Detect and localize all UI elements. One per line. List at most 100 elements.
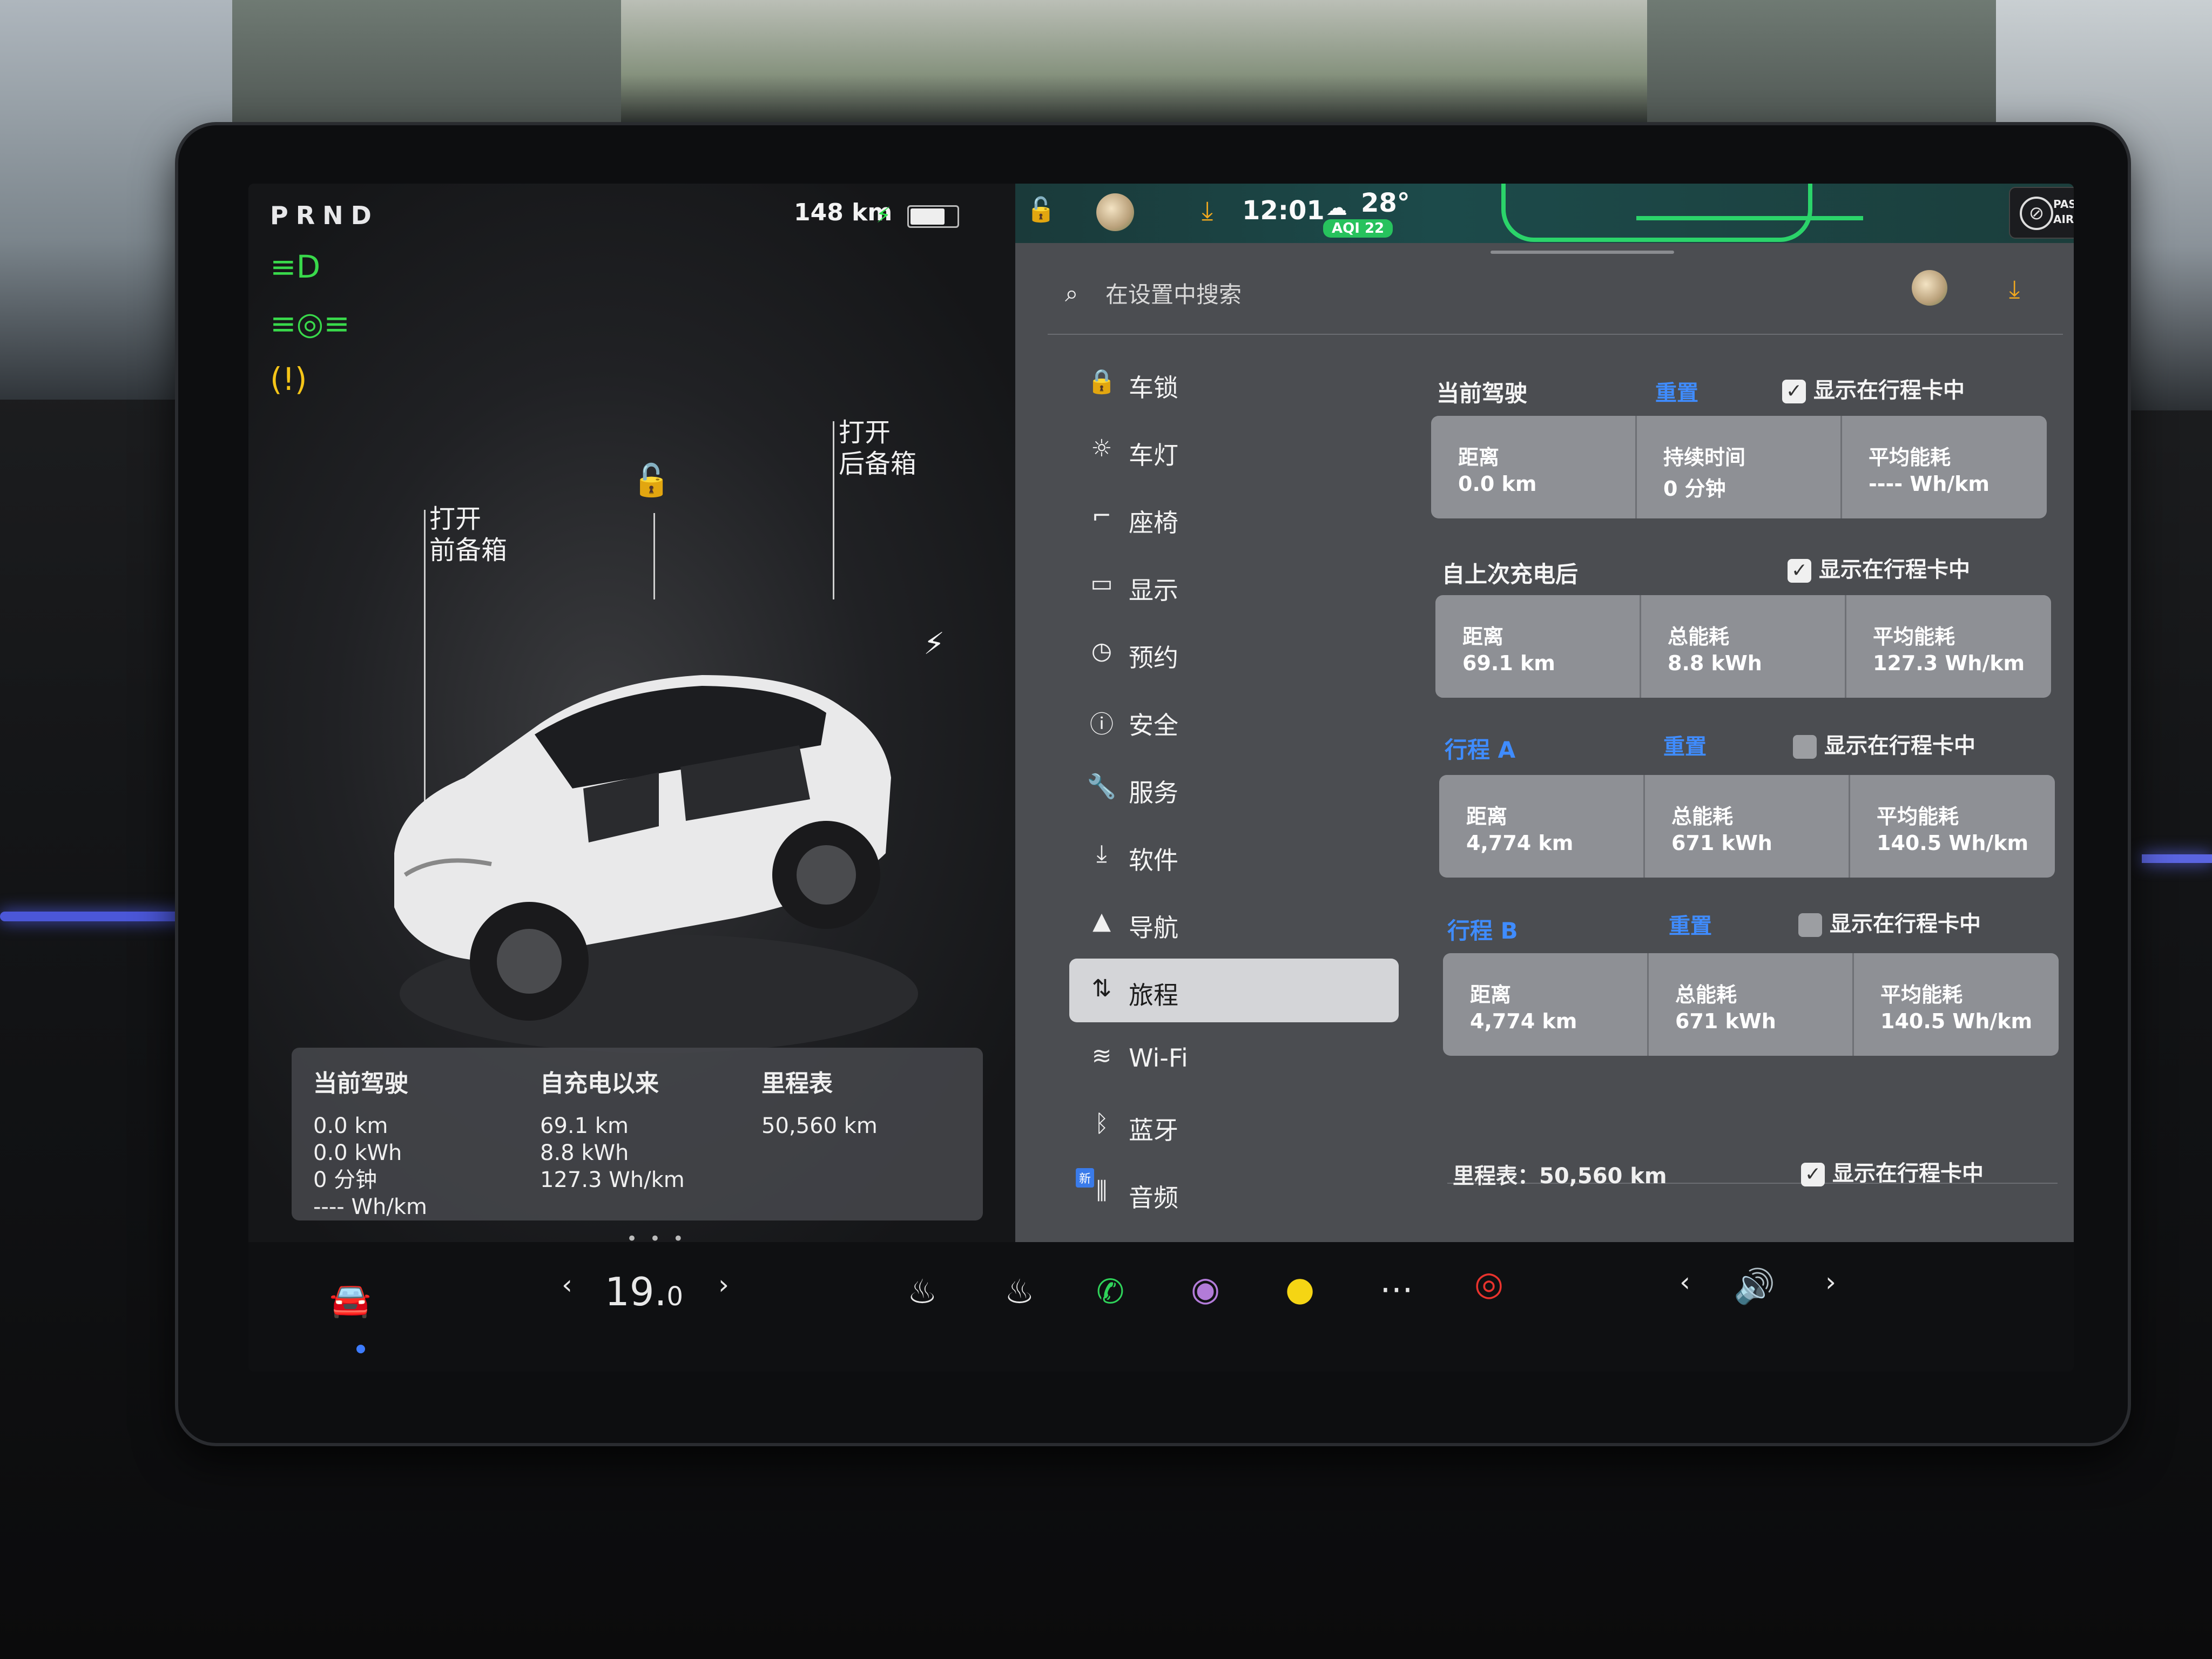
- card-cell: 持续时间 0 分钟: [1636, 416, 1842, 518]
- cell-value: 127.3 Wh/km: [1873, 651, 2025, 675]
- panel-drag-handle[interactable]: [1491, 251, 1674, 254]
- display-icon: ▭: [1090, 570, 1113, 597]
- since-charge-show-checkbox[interactable]: ✓ 显示在行程卡中: [1788, 552, 1970, 583]
- avatar[interactable]: [1096, 193, 1134, 231]
- odometer-readout: 里程表：50,560 km: [1453, 1164, 1667, 1189]
- volume-icon[interactable]: 🔊: [1734, 1266, 1775, 1306]
- cell-value: 140.5 Wh/km: [1880, 1009, 2033, 1033]
- car-icon[interactable]: 🚘: [329, 1280, 371, 1320]
- temperature-main: 19.: [605, 1269, 667, 1314]
- map-route-segment: [1636, 216, 1863, 220]
- passenger-airbag-status: ⊘ PASSENGER AIRBAG ON: [2009, 187, 2074, 239]
- card-cell: 平均能耗 127.3 Wh/km: [1846, 595, 2050, 698]
- cell-value: 0 分钟: [1663, 477, 1726, 501]
- menu-item[interactable]: 🔧 服务: [1069, 756, 1399, 820]
- cell-key: 总能耗: [1668, 625, 1730, 649]
- gear-indicator: PRND: [270, 201, 379, 230]
- current-drive-card: 距离 0.0 km 持续时间 0 分钟 平均能耗 ---- Wh/km: [1431, 416, 2047, 518]
- card-cell: 总能耗 671 kWh: [1648, 953, 1854, 1056]
- since-charge-card: 距离 69.1 km 总能耗 8.8 kWh 平均能耗 127.3 Wh/km: [1435, 595, 2051, 698]
- trip-b-show-checkbox[interactable]: ✓ 显示在行程卡中: [1798, 906, 1981, 938]
- menu-item[interactable]: ▭ 显示: [1069, 554, 1399, 617]
- cell-value: 140.5 Wh/km: [1877, 831, 2029, 855]
- unlock-icon[interactable]: 🔓: [632, 462, 671, 499]
- cabin-temperature[interactable]: 19.0: [605, 1269, 683, 1314]
- temperature-decimal: 0: [666, 1282, 684, 1312]
- front-defrost-icon[interactable]: ♨: [907, 1272, 938, 1311]
- touchscreen: PRND 148 km ⚡ ≡D ≡◎≡ (!) 打开 前备箱 打开 后备箱 🔓…: [248, 184, 2074, 1372]
- card-cell: 总能耗 671 kWh: [1644, 775, 1850, 878]
- menu-item[interactable]: ▲ 导航: [1069, 891, 1399, 955]
- checkbox-label: 显示在行程卡中: [1832, 1161, 1984, 1186]
- cell-key: 总能耗: [1671, 805, 1734, 828]
- active-indicator-dot: [356, 1345, 365, 1353]
- open-frunk-label[interactable]: 打开 前备箱: [429, 503, 507, 566]
- car-status-pane: PRND 148 km ⚡ ≡D ≡◎≡ (!) 打开 前备箱 打开 后备箱 🔓…: [248, 184, 1015, 1250]
- trip-a-heading: 行程 A: [1445, 737, 1516, 763]
- menu-item[interactable]: ⓘ 安全: [1069, 689, 1399, 752]
- rear-defrost-icon[interactable]: ♨: [1004, 1272, 1035, 1311]
- menu-item[interactable]: ⇅ 旅程: [1069, 959, 1399, 1022]
- temp-down-chevron-icon[interactable]: ‹: [562, 1269, 572, 1300]
- netease-music-icon[interactable]: ◎: [1474, 1264, 1503, 1303]
- more-apps-icon[interactable]: ⋯: [1380, 1269, 1413, 1309]
- airbag-prefix: AIRBAG: [2053, 213, 2074, 226]
- temp-up-chevron-icon[interactable]: ›: [718, 1269, 729, 1300]
- cell-value: 671 kWh: [1675, 1009, 1776, 1033]
- cell-value: 8.8 kWh: [1668, 651, 1762, 675]
- settings-panel: ⌕ ⤓ 🔔 🔒车锁☼车灯⌐座椅▭显示◷预约ⓘ安全🔧服务⤓软件▲导航⇅旅程≋Wi-…: [1015, 243, 2074, 1242]
- menu-item[interactable]: ᛒ 蓝牙: [1069, 1094, 1399, 1157]
- current-show-checkbox[interactable]: ✓ 显示在行程卡中: [1782, 373, 1965, 404]
- menu-item-label: 车锁: [1129, 373, 1178, 402]
- card-cell: 总能耗 8.8 kWh: [1641, 595, 1846, 698]
- menu-item-label: Wi-Fi: [1129, 1043, 1188, 1073]
- menu-item[interactable]: ≋ Wi-Fi: [1069, 1026, 1399, 1090]
- battery-icon: [907, 205, 959, 228]
- cell-value: 4,774 km: [1466, 831, 1574, 855]
- reset-current-button[interactable]: 重置: [1655, 375, 1698, 407]
- checkbox-unchecked: ✓: [1793, 735, 1817, 759]
- wifi-icon: ≋: [1091, 1042, 1112, 1070]
- current-efficiency: ---- Wh/km: [313, 1195, 427, 1219]
- reset-trip-a-button[interactable]: 重置: [1663, 729, 1707, 760]
- background-window: [621, 0, 1647, 124]
- fog-light-icon: ≡◎≡: [270, 305, 350, 342]
- menu-item[interactable]: 🔒 车锁: [1069, 351, 1399, 415]
- volume-down-chevron-icon[interactable]: ‹: [1680, 1266, 1690, 1298]
- menu-item-label: 服务: [1129, 778, 1178, 807]
- menu-item[interactable]: ⤓ 软件: [1069, 824, 1399, 887]
- menu-item[interactable]: ☼ 车灯: [1069, 419, 1399, 482]
- volume-up-chevron-icon[interactable]: ›: [1825, 1266, 1836, 1298]
- camera-icon[interactable]: ◉: [1191, 1269, 1220, 1309]
- unlock-icon[interactable]: 🔓: [1026, 195, 1056, 224]
- card-cell: 平均能耗 140.5 Wh/km: [1853, 953, 2058, 1056]
- open-trunk-label[interactable]: 打开 后备箱: [839, 417, 916, 480]
- software-download-icon[interactable]: ⤓: [2009, 274, 2020, 305]
- phone-icon[interactable]: ✆: [1096, 1272, 1124, 1311]
- menu-item[interactable]: ⌐ 座椅: [1069, 486, 1399, 550]
- menu-item[interactable]: ⫼ 音频新: [1069, 1161, 1399, 1225]
- checkbox-checked: ✓: [1782, 380, 1806, 403]
- frunk-label-line2: 前备箱: [429, 535, 508, 565]
- reset-trip-b-button[interactable]: 重置: [1669, 908, 1712, 940]
- top-status-bar: 🔓 ⤓ 12:01 ☁ 28° AQI 22 ⊘ PASSENGER AIRBA…: [1015, 184, 2074, 243]
- profile-avatar[interactable]: [1912, 270, 1947, 306]
- checkbox-unchecked: ✓: [1798, 913, 1822, 937]
- cell-value: 0.0 km: [1458, 472, 1537, 496]
- menu-item[interactable]: ◷ 预约: [1069, 621, 1399, 685]
- download-icon[interactable]: ⤓: [1202, 195, 1213, 226]
- music-app-icon[interactable]: ●: [1285, 1269, 1314, 1309]
- menu-item-label: 导航: [1129, 913, 1178, 942]
- cell-value: 671 kWh: [1671, 831, 1772, 855]
- settings-search-input[interactable]: [1104, 281, 1539, 308]
- trip-a-show-checkbox[interactable]: ✓ 显示在行程卡中: [1793, 728, 1975, 759]
- odometer-show-checkbox[interactable]: ✓ 显示在行程卡中: [1801, 1156, 1984, 1187]
- temperature-readout: 28°: [1361, 188, 1410, 218]
- menu-item-label: 安全: [1129, 711, 1178, 740]
- cell-value: 69.1 km: [1462, 651, 1555, 675]
- card-cell: 距离 0.0 km: [1431, 416, 1637, 518]
- cell-key: 距离: [1462, 625, 1504, 649]
- tire-pressure-warning-icon: (!): [270, 361, 307, 397]
- clock: 12:01: [1242, 195, 1325, 226]
- trip-summary-card[interactable]: 当前驾驶 0.0 km 0.0 kWh 0 分钟 ---- Wh/km 自充电以…: [292, 1048, 983, 1220]
